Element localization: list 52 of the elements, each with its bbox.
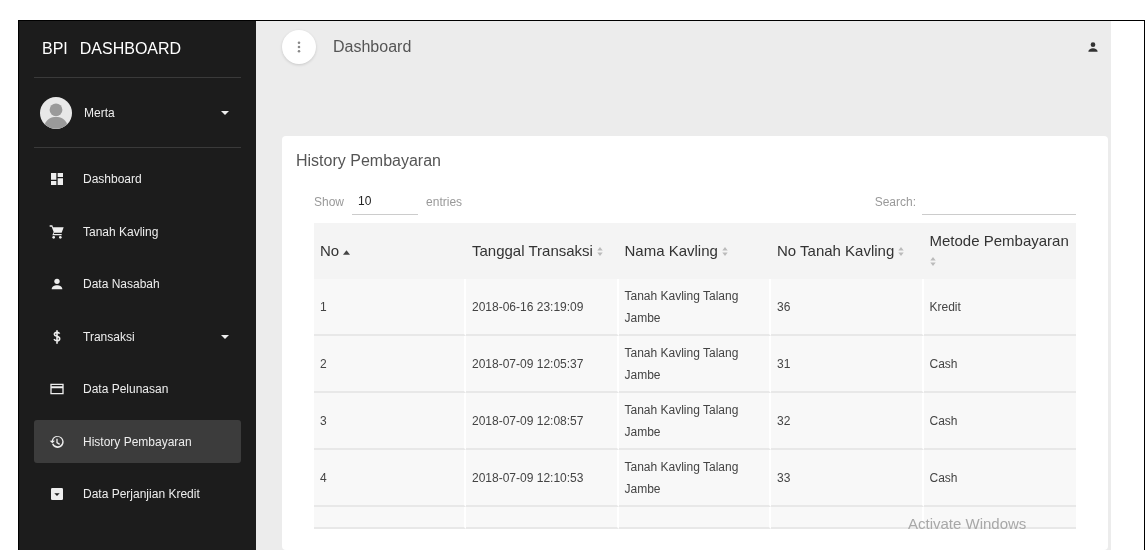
table-cell: 2018-07-09 12:08:57 <box>466 393 619 450</box>
person-icon <box>49 276 65 292</box>
table-cell: Tanah Kavling Talang Jambe <box>618 450 771 507</box>
user-icon <box>1086 40 1100 54</box>
dashboard-icon <box>49 171 65 187</box>
activation-notice: Activate Windows <box>908 515 1027 532</box>
table-cell: 33 <box>771 450 924 507</box>
column-header[interactable]: Tanggal Transaksi <box>466 223 619 279</box>
table-cell: 4 <box>314 450 466 507</box>
column-header[interactable]: Metode Pembayaran <box>923 223 1076 279</box>
sidebar-item[interactable]: Data Pelunasan <box>34 367 241 411</box>
table-cell: 1 <box>314 279 466 336</box>
table-cell: Tanah Kavling Talang Jambe <box>618 336 771 393</box>
sidebar-item[interactable]: Dashboard <box>34 157 241 201</box>
card-title: History Pembayaran <box>296 152 442 170</box>
table-cell: 32 <box>771 393 924 450</box>
brand-short: BPI <box>42 40 68 58</box>
cart-icon <box>49 223 65 240</box>
table-cell: Tanah Kavling Talang Jambe <box>618 393 771 450</box>
user-menu[interactable]: Merta <box>34 78 241 147</box>
table-cell: 2018-07-09 12:10:53 <box>466 450 619 507</box>
table-cell: 2018-06-16 23:19:09 <box>466 279 619 336</box>
avatar-icon <box>40 96 72 129</box>
table-cell: 36 <box>771 279 924 336</box>
table-cell: 2 <box>314 336 466 393</box>
sidebar-item[interactable]: Data Nasabah <box>34 262 241 306</box>
page-title: Dashboard <box>333 38 413 56</box>
card-icon <box>49 381 65 397</box>
table-cell: Tanah Kavling Talang Jambe <box>618 279 771 336</box>
brand-title: DASHBOARD <box>79 40 182 58</box>
menu-icon <box>297 41 301 53</box>
archive-icon <box>49 486 65 502</box>
show-label: Show <box>314 194 345 209</box>
entries-label: entries <box>426 194 463 209</box>
column-header[interactable]: Nama Kavling <box>618 223 771 279</box>
table-cell: Kredit <box>923 279 1076 336</box>
entries-select[interactable]: 10 <box>352 188 419 215</box>
history-icon <box>49 433 65 450</box>
table-cell: 31 <box>771 336 924 393</box>
menu-button[interactable] <box>282 30 316 64</box>
table-cell: Cash <box>923 336 1076 393</box>
search-label: Search: <box>874 194 916 209</box>
column-header[interactable]: No <box>314 223 466 279</box>
sidebar-item[interactable]: History Pembayaran <box>34 420 241 463</box>
table-cell: Cash <box>923 393 1076 450</box>
table-cell: Cash <box>923 450 1076 507</box>
sidebar-item[interactable]: Tanah Kavling <box>34 210 241 253</box>
sidebar-item[interactable]: Transaksi <box>34 315 241 358</box>
table-cell: 2018-07-09 12:05:37 <box>466 336 619 393</box>
column-header[interactable]: No Tanah Kavling <box>771 223 924 279</box>
sidebar-item[interactable]: Data Perjanjian Kredit <box>34 472 241 516</box>
table-cell: 3 <box>314 393 466 450</box>
